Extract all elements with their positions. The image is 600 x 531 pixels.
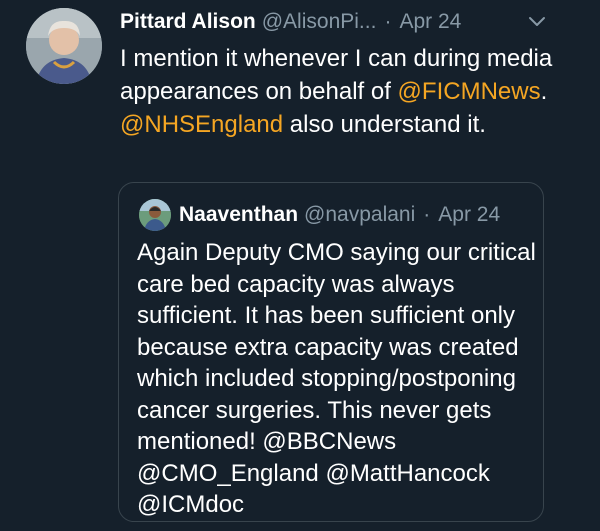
tweet-content: Pittard Alison @AlisonPi... · Apr 24 I m… (120, 8, 570, 141)
tweet: Pittard Alison @AlisonPi... · Apr 24 I m… (0, 0, 600, 531)
author-name[interactable]: Pittard Alison (120, 10, 256, 34)
mention-link[interactable]: @FICMNews (398, 78, 541, 105)
quoted-tweet[interactable]: Naaventhan @navpalani · Apr 24 Again Dep… (118, 182, 544, 522)
quoted-text-line: care bed capacity was always (137, 270, 455, 298)
quoted-text-line: cancer surgeries. This never gets (137, 396, 492, 424)
quoted-author-name[interactable]: Naaventhan (179, 203, 298, 227)
tweet-text-part: . (540, 78, 548, 105)
chevron-down-icon[interactable] (526, 10, 548, 32)
quoted-tweet-date[interactable]: Apr 24 (438, 203, 500, 227)
quoted-text-line: because extra capacity was created (137, 333, 519, 361)
author-avatar[interactable] (26, 8, 102, 84)
author-handle[interactable]: @AlisonPi... (262, 10, 377, 34)
quoted-text-line: sufficient. It has been sufficient only (137, 302, 516, 329)
quoted-tweet-header: Naaventhan @navpalani · Apr 24 (179, 201, 500, 229)
quoted-author-avatar[interactable] (139, 199, 171, 231)
user-avatar-icon (139, 199, 171, 231)
tweet-date[interactable]: Apr 24 (399, 10, 461, 34)
quoted-author-handle[interactable]: @navpalani (304, 203, 415, 227)
quoted-text-line: Again Deputy CMO saying our critical (137, 239, 536, 266)
user-avatar-icon (26, 8, 102, 84)
separator: · (423, 203, 431, 226)
tweet-header: Pittard Alison @AlisonPi... · Apr 24 (120, 8, 570, 36)
quoted-text-line: @CMO_England @MattHancock (137, 459, 490, 487)
quoted-tweet-text: Again Deputy CMO saying our critical car… (137, 237, 537, 521)
mention-link[interactable]: @NHSEngland (120, 111, 283, 138)
tweet-text: I mention it whenever I can during media… (120, 42, 560, 141)
quoted-text-line: @ICMdoc (137, 491, 245, 518)
tweet-text-part: also understand it. (283, 111, 486, 138)
separator: · (384, 10, 392, 33)
quoted-text-line: mentioned! @BBCNews (137, 428, 397, 455)
quoted-text-line: which included stopping/postponing (137, 365, 516, 392)
